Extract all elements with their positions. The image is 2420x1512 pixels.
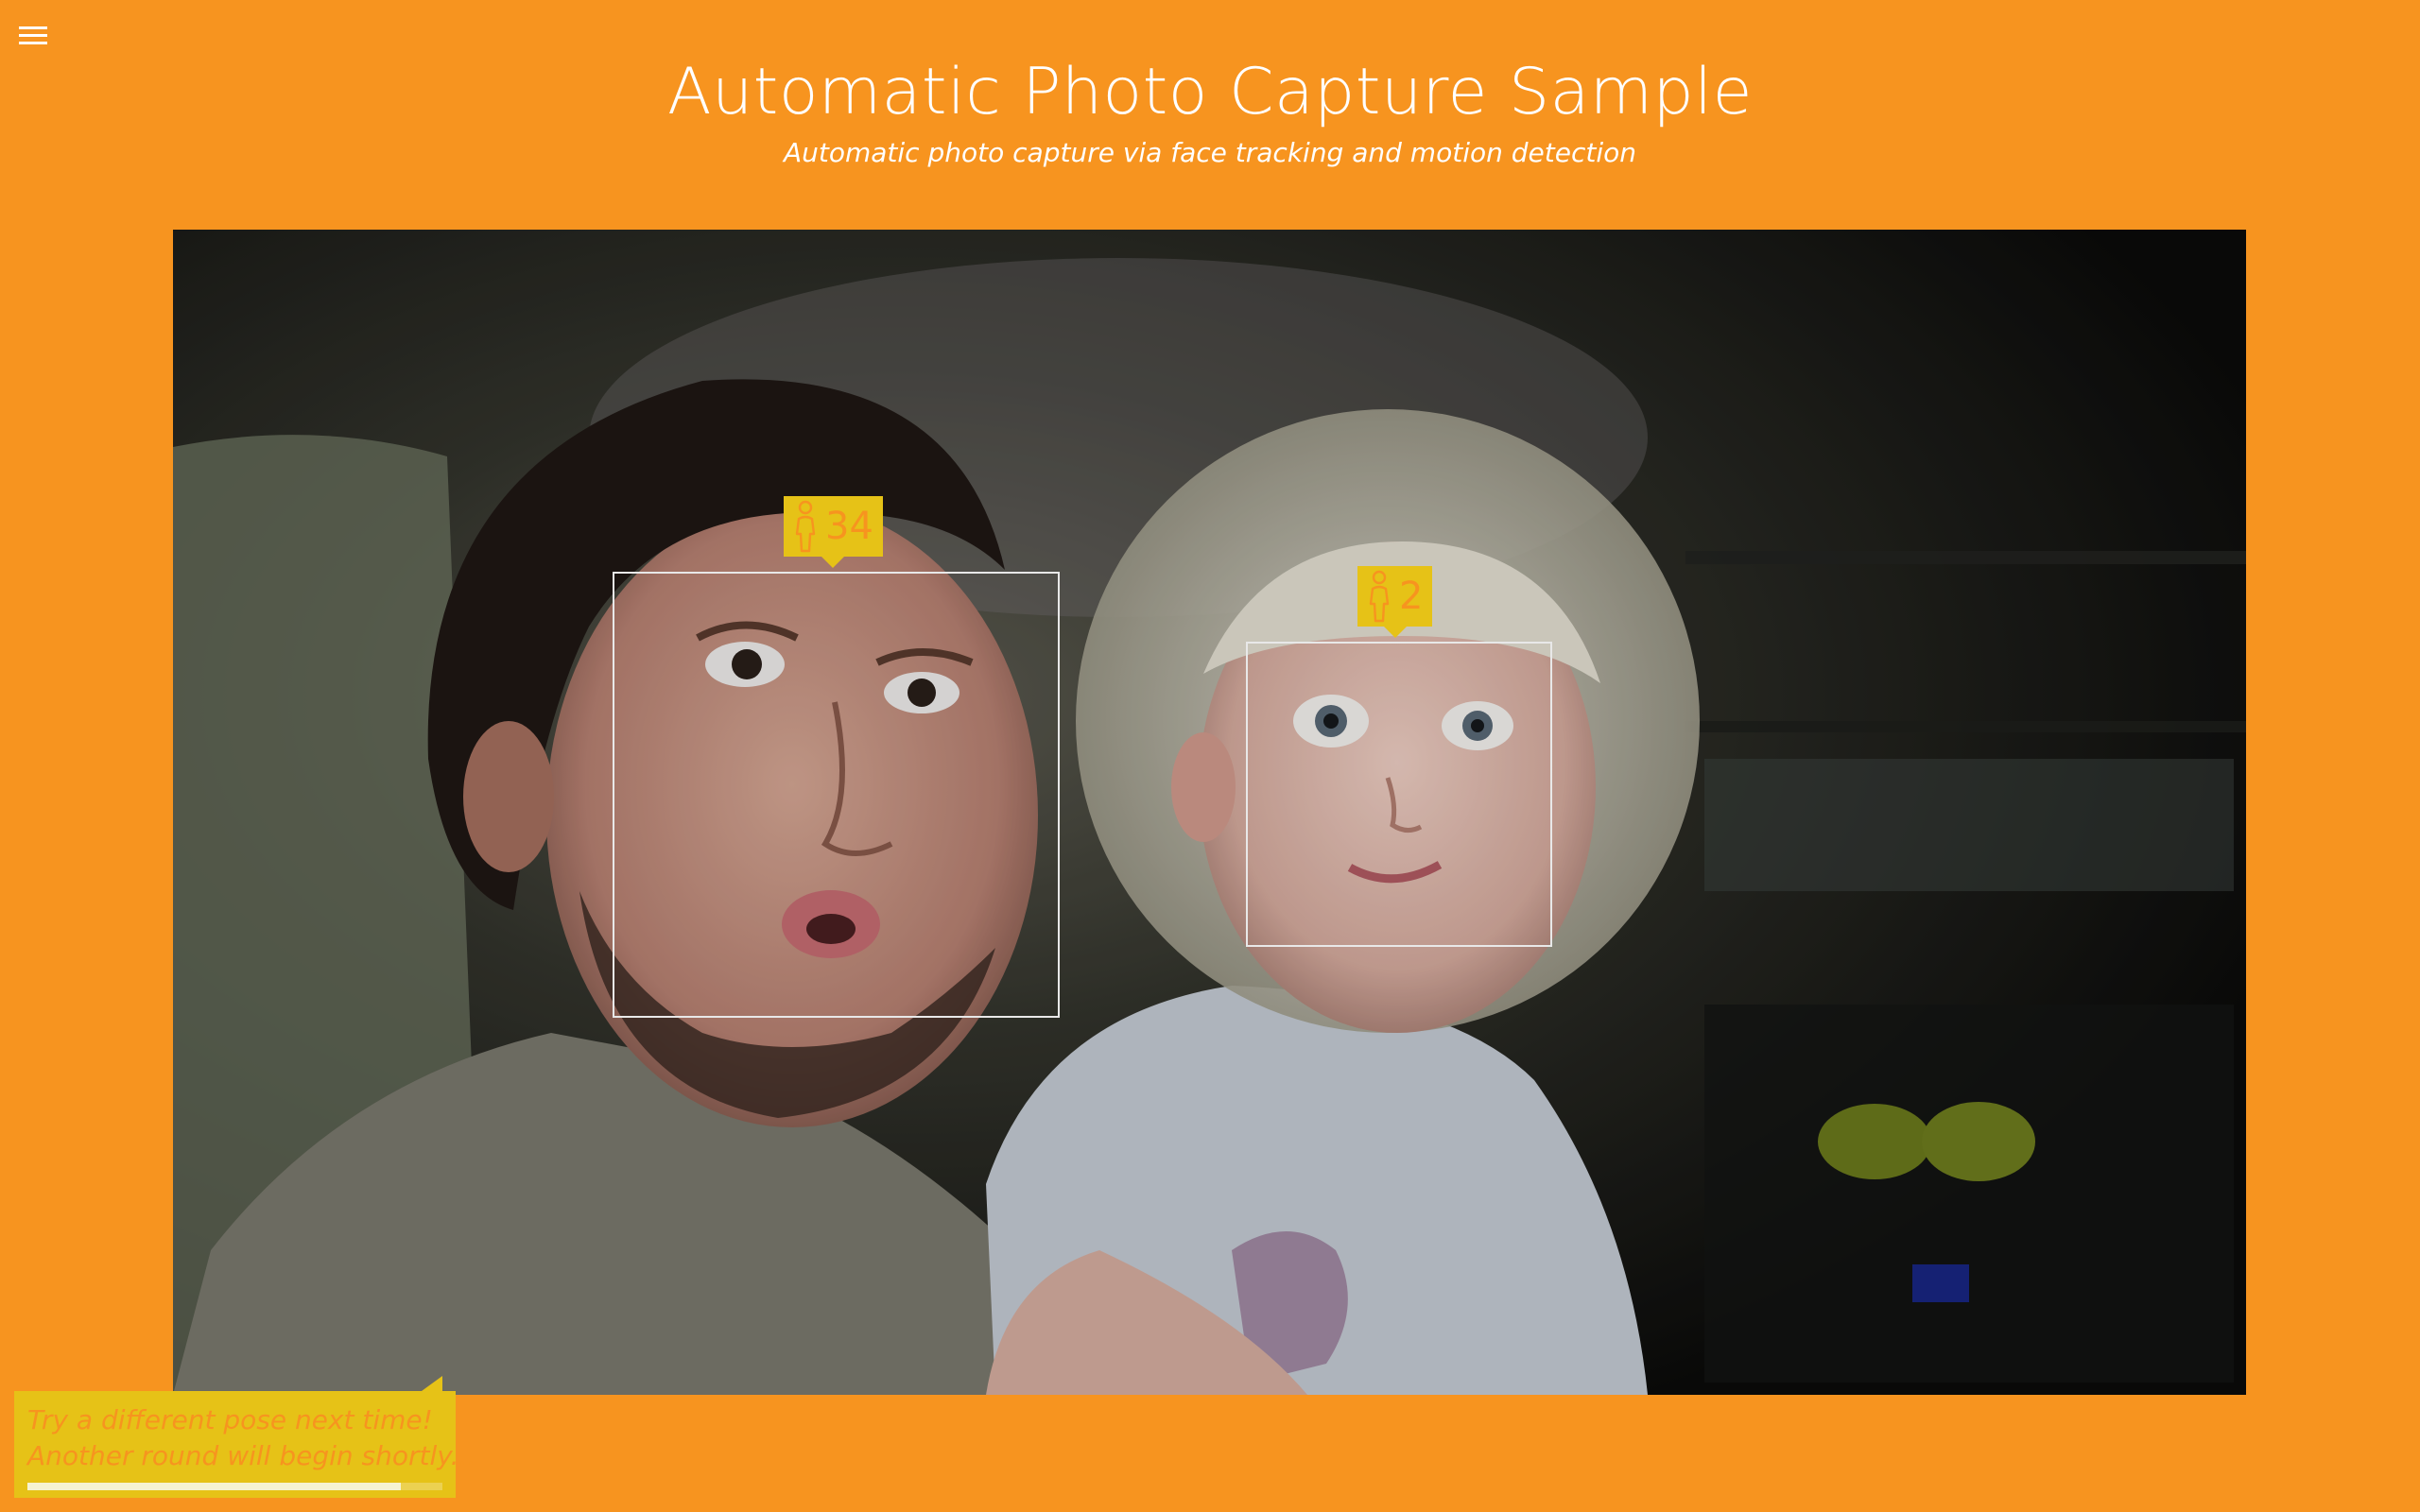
face-box (613, 572, 1060, 1018)
camera-preview: 34 2 (173, 230, 2246, 1395)
camera-frame-image (173, 230, 2246, 1395)
face-age-tag: 34 (784, 496, 883, 568)
toast-progress-bar (27, 1483, 442, 1490)
toast-message-line-2: Another round will begin shortly... (27, 1440, 476, 1471)
face-age-tag: 2 (1357, 566, 1433, 638)
page-subtitle: Automatic photo capture via face trackin… (783, 137, 1636, 168)
toast-message-line-1: Try a different pose next time! (27, 1404, 433, 1435)
face-box (1246, 642, 1552, 947)
toast-progress-fill (27, 1483, 402, 1490)
hamburger-menu-icon[interactable] (19, 25, 49, 45)
face-age-value: 2 (1399, 575, 1424, 618)
page-title: Automatic Photo Capture Sample (667, 55, 1753, 129)
person-icon (795, 500, 816, 553)
face-age-value: 34 (825, 505, 873, 548)
header: Automatic Photo Capture Sample Automatic… (0, 53, 2420, 170)
person-icon (1369, 570, 1390, 623)
status-toast: Try a different pose next time! Another … (14, 1376, 476, 1498)
